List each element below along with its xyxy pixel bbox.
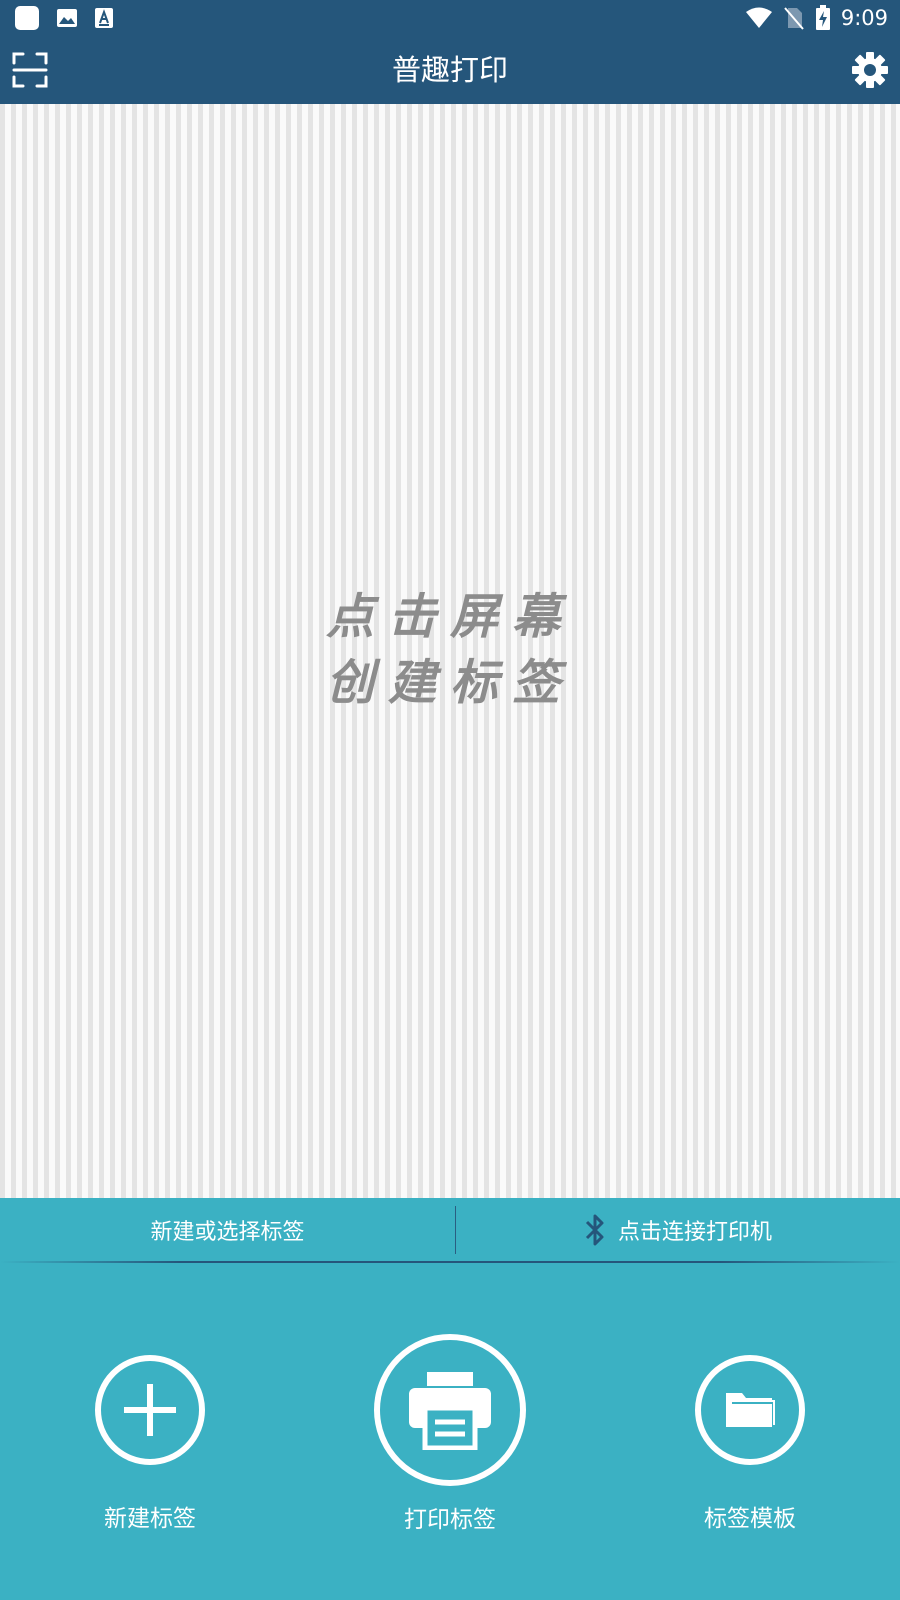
folder-icon bbox=[726, 1393, 775, 1427]
app-icon bbox=[15, 6, 39, 30]
wifi-icon bbox=[745, 7, 772, 28]
status-bar-left bbox=[14, 5, 114, 31]
image-icon bbox=[57, 9, 77, 27]
hint-line-2: 创建标签 bbox=[325, 655, 574, 711]
label-template-text: 标签模板 bbox=[704, 1506, 796, 1532]
app-bar: 普趣打印 bbox=[0, 36, 900, 104]
plus-icon bbox=[124, 1384, 176, 1436]
font-icon bbox=[95, 8, 113, 28]
label-template-action[interactable]: 标签模板 bbox=[640, 1198, 860, 1533]
new-label-circle bbox=[95, 1355, 205, 1465]
settings-button[interactable] bbox=[850, 50, 890, 90]
print-label-action[interactable]: 打印标签 bbox=[340, 1198, 560, 1534]
hint-line-1: 点击屏幕 bbox=[325, 589, 574, 645]
no-sim-icon bbox=[784, 7, 804, 30]
status-bar-right: 9:09 bbox=[745, 4, 888, 32]
new-label-action[interactable]: 新建标签 bbox=[40, 1198, 260, 1533]
new-label-text: 新建标签 bbox=[104, 1506, 196, 1532]
bluetooth-icon bbox=[585, 1214, 604, 1246]
battery-charging-icon bbox=[815, 5, 830, 30]
gear-icon bbox=[852, 52, 888, 88]
status-bar: 9:09 bbox=[0, 0, 900, 36]
label-canvas[interactable]: 点击屏幕 创建标签 bbox=[0, 104, 900, 1198]
print-label-circle bbox=[374, 1334, 526, 1486]
print-label-text: 打印标签 bbox=[404, 1507, 496, 1533]
status-time: 9:09 bbox=[840, 6, 888, 30]
label-template-circle bbox=[695, 1355, 805, 1465]
printer-icon bbox=[409, 1372, 491, 1450]
app-title: 普趣打印 bbox=[391, 53, 508, 87]
bottom-panel: 新建或选择标签 点击连接打印机 新建标签 打印标签 标签模板 bbox=[0, 1198, 900, 1600]
canvas-hint: 点击屏幕 创建标签 bbox=[0, 584, 900, 716]
